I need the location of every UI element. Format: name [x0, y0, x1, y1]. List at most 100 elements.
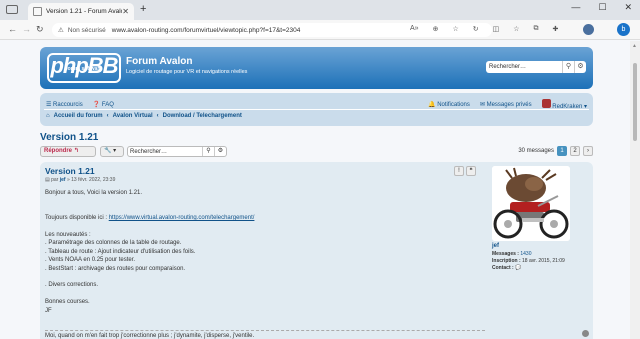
post-line: . Paramétrage des colonnes de la table d… — [45, 240, 182, 247]
phpbb-logo[interactable]: phpBB forum software — [47, 53, 121, 83]
breadcrumb-item[interactable]: Download / Telechargement — [163, 113, 242, 119]
post-line — [45, 273, 445, 281]
post-line — [45, 223, 445, 231]
contact-icon[interactable]: 💬 — [515, 265, 521, 271]
header-search-input[interactable]: Rechercher… — [486, 64, 562, 70]
notifications-button[interactable]: 🔔 Notifications — [428, 101, 470, 108]
faq-label: FAQ — [101, 102, 114, 108]
post-title[interactable]: Version 1.21 — [45, 166, 95, 176]
copilot-icon[interactable]: b — [617, 23, 630, 36]
quick-links-label: Raccourcis — [53, 102, 83, 108]
registered-label: Inscription : — [492, 258, 521, 264]
scroll-up-icon[interactable]: ▲ — [632, 43, 637, 49]
browser-action-icons: A» ⊕ ☆ ↻ ◫ ☆ ⧉ ✚ — [410, 25, 558, 33]
breadcrumb-item[interactable]: Avalon Virtual — [113, 113, 153, 119]
search-icon[interactable]: ⚲ — [562, 61, 574, 73]
home-icon[interactable]: ⌂ — [46, 113, 50, 119]
topic-tools-button[interactable]: 🔧 ▾ — [100, 146, 124, 157]
security-status[interactable]: Non sécurisé — [68, 27, 106, 34]
quote-icon[interactable]: ❝ — [466, 166, 476, 176]
extensions-icon[interactable]: ✚ — [553, 25, 559, 33]
page-1[interactable]: 1 — [557, 146, 567, 156]
browser-tab[interactable]: Version 1.21 - Forum Avalon ✕ — [28, 3, 134, 20]
motorcycle-cartoon-icon — [492, 166, 570, 241]
post-line: JF — [45, 307, 52, 314]
back-to-top-icon[interactable] — [582, 330, 589, 337]
reply-button[interactable]: Répondre ↰ — [40, 146, 96, 157]
forum-header: phpBB forum software Forum Avalon Logici… — [40, 47, 593, 89]
post-line: Les nouveautés : — [45, 231, 91, 238]
topic-search-input[interactable]: Rechercher… — [128, 149, 202, 155]
private-messages-button[interactable]: ✉ Messages privés — [480, 101, 532, 108]
reply-icon: ↰ — [73, 148, 79, 154]
breadcrumb: ⌂ Accueil du forum ‹ Avalon Virtual ‹ Do… — [46, 113, 242, 119]
post-author[interactable]: jef — [60, 177, 66, 183]
topic-action-bar: Répondre ↰ 🔧 ▾ Rechercher… ⚲ ⚙ 30 messag… — [40, 146, 593, 158]
advanced-search-icon[interactable]: ⚙ — [214, 147, 226, 156]
author-name[interactable]: jef — [492, 243, 588, 249]
message-count: 30 messages — [518, 148, 554, 154]
post: Version 1.21 ▤ par jef » 13 févr. 2022, … — [40, 162, 593, 339]
post-line: . Tableau de route : Ajout indicateur d'… — [45, 248, 196, 255]
private-messages-label: Messages privés — [486, 102, 532, 108]
author-avatar[interactable] — [492, 166, 570, 241]
wrench-icon: 🔧 — [104, 148, 112, 154]
site-description: Logiciel de routage pour VR et navigatio… — [126, 69, 248, 75]
user-avatar — [541, 99, 551, 108]
breadcrumb-item[interactable]: Accueil du forum — [54, 113, 103, 119]
pagination: 30 messages 1 2 › — [518, 146, 593, 156]
meta-prefix: par — [51, 177, 59, 183]
zoom-icon[interactable]: ⊕ — [433, 25, 439, 33]
topic-title[interactable]: Version 1.21 — [40, 132, 593, 143]
messages-count[interactable]: 1430 — [520, 251, 531, 257]
tab-close-icon[interactable]: ✕ — [122, 7, 129, 16]
favorite-icon[interactable]: ☆ — [452, 25, 458, 33]
breadcrumb-separator: ‹ — [156, 113, 159, 119]
post-line-with-link: Toujours disponible ici : https://www.vi… — [45, 214, 445, 222]
warning-icon[interactable]: ⚠ — [58, 26, 64, 34]
profile-avatar[interactable] — [583, 24, 594, 35]
scrollbar-thumb[interactable] — [633, 63, 637, 141]
author-info: Messages : 1430 Inscription : 18 avr. 20… — [492, 251, 588, 272]
logo-subtext: forum software — [65, 66, 103, 72]
read-aloud-icon[interactable]: A» — [410, 25, 419, 33]
tab-title: Version 1.21 - Forum Avalon — [46, 8, 123, 15]
collections-icon[interactable]: ⧉ — [534, 25, 539, 33]
notifications-label: Notifications — [437, 102, 470, 108]
search-icon[interactable]: ⚲ — [202, 147, 214, 156]
registered-date: 18 avr. 2015, 21:09 — [522, 258, 565, 264]
new-tab-button[interactable]: + — [140, 3, 146, 15]
post-meta: ▤ par jef » 13 févr. 2022, 23:39 — [45, 177, 115, 183]
page-scrollbar[interactable]: ▲ — [630, 41, 640, 339]
topic-search: Rechercher… ⚲ ⚙ — [127, 146, 227, 157]
post-line: Bonjour a tous, Voici la version 1.21. — [45, 190, 143, 196]
minimize-button[interactable]: — — [571, 2, 580, 13]
tab-actions-icon[interactable] — [6, 5, 18, 14]
page-favicon-icon — [33, 7, 42, 16]
contact-label: Contact : — [492, 265, 514, 271]
post-line — [45, 206, 445, 214]
quick-links-button[interactable]: ☰ Raccourcis — [46, 101, 83, 108]
report-icon[interactable]: ! — [454, 166, 464, 176]
post-line: Toujours disponible ici : — [45, 215, 109, 222]
post-date: » 13 févr. 2022, 23:39 — [66, 177, 116, 183]
close-window-button[interactable]: ✕ — [624, 2, 632, 13]
url-text[interactable]: www.avalon-routing.com/forumvirtuel/view… — [112, 27, 301, 34]
post-line: . BestStart : archivage des routes pour … — [45, 265, 186, 272]
maximize-button[interactable]: ☐ — [598, 2, 606, 13]
forward-icon[interactable]: → — [22, 24, 31, 34]
signature-divider — [45, 330, 485, 331]
split-screen-icon[interactable]: ◫ — [493, 25, 500, 33]
next-page-icon[interactable]: › — [583, 146, 593, 156]
faq-link[interactable]: ❓ FAQ — [93, 101, 114, 108]
refresh-icon[interactable]: ↻ — [36, 24, 44, 35]
page-2[interactable]: 2 — [570, 146, 580, 156]
back-icon[interactable]: ← — [8, 24, 17, 34]
site-name: Forum Avalon — [126, 56, 193, 67]
advanced-search-icon[interactable]: ⚙ — [574, 61, 586, 73]
post-icon[interactable]: ▤ — [45, 177, 50, 183]
refresh-page-icon[interactable]: ↻ — [473, 25, 479, 33]
favorites-icon[interactable]: ☆ — [513, 25, 519, 33]
download-link[interactable]: https://www.virtual.avalon-routing.com/t… — [109, 215, 255, 221]
post-line: . Divers corrections. — [45, 282, 99, 289]
